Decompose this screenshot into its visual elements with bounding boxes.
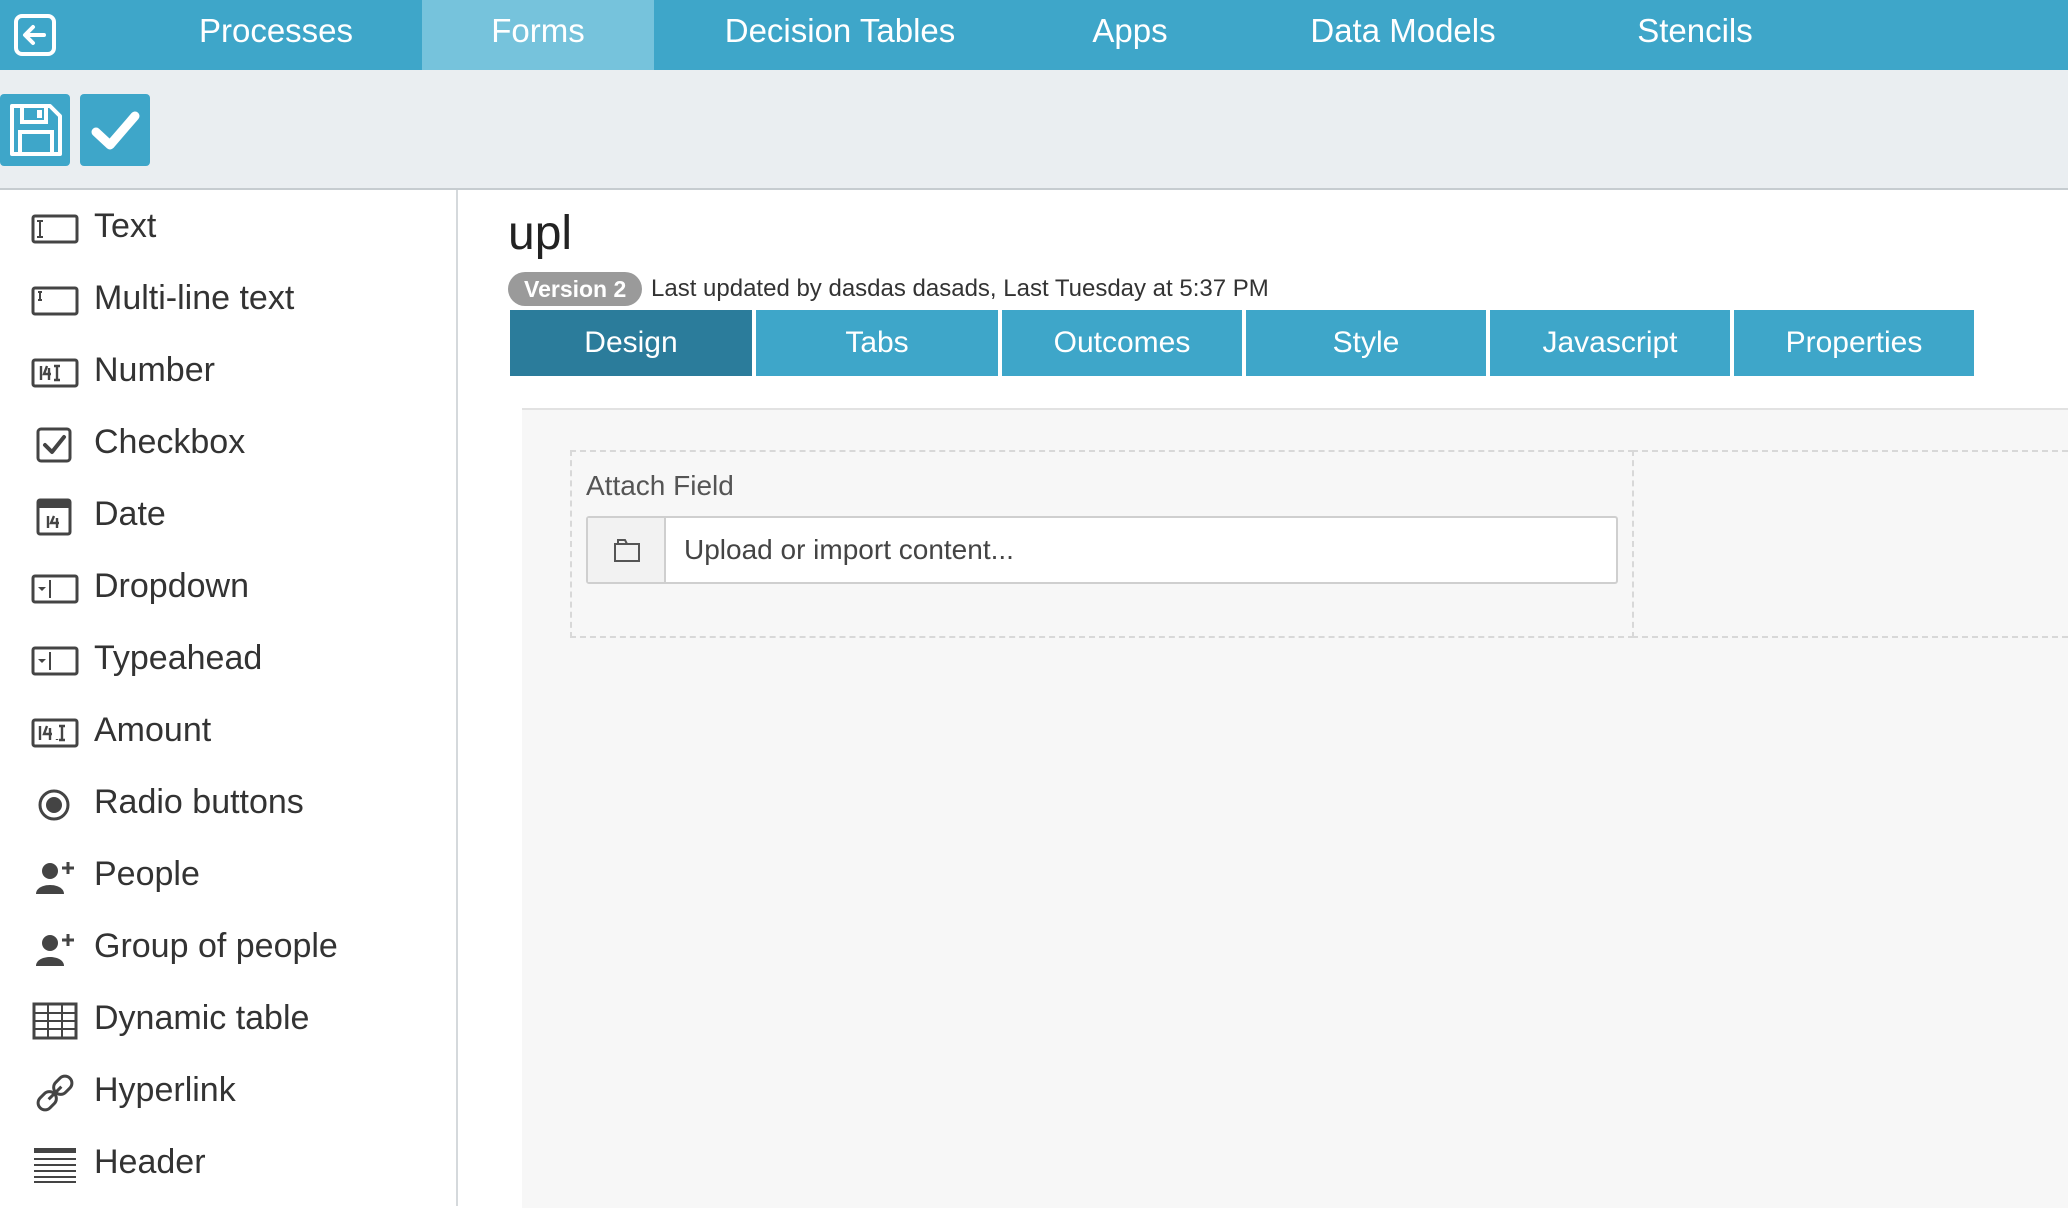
palette-item-dynamic-table[interactable]: Dynamic table [0,988,456,1052]
checkbox-icon [36,427,72,463]
palette-item-label: Radio buttons [94,783,304,821]
multiline-text-icon [31,286,79,316]
header-icon [34,1148,76,1183]
palette-item-label: Multi-line text [94,279,295,317]
palette-item-checkbox[interactable]: Checkbox [0,412,456,476]
form-title: upl [508,207,573,260]
nav-processes[interactable]: Processes [160,0,392,70]
palette-item-label: Hyperlink [94,1071,236,1109]
palette-item-hyperlink[interactable]: Hyperlink [0,1060,456,1124]
link-icon [36,1074,74,1112]
radio-icon [38,789,70,821]
palette-item-text[interactable]: Text [0,196,456,260]
palette-item-label: Checkbox [94,423,246,461]
palette-item-label: Group of people [94,927,338,965]
palette-item-label: Typeahead [94,639,263,677]
nav-apps[interactable]: Apps [1060,0,1200,70]
version-badge: Version 2 [508,272,643,306]
tab-javascript[interactable]: Javascript [1490,310,1730,376]
palette-item-amount[interactable]: Amount [0,700,456,764]
add-person-icon [36,862,74,894]
add-group-icon [36,934,74,966]
palette-item-typeahead[interactable]: Typeahead [0,628,456,692]
palette-item-date[interactable]: Date [0,484,456,548]
floppy-disk-icon [10,104,62,156]
palette-item-label: Header [94,1143,206,1181]
palette-item-people[interactable]: People [0,844,456,908]
palette-item-label: Number [94,351,215,389]
nav-data-models[interactable]: Data Models [1280,0,1526,70]
table-icon [32,1002,78,1040]
last-updated-text: Last updated by dasdas dasads, Last Tues… [651,275,1269,302]
save-button[interactable] [0,94,70,166]
palette-item-header[interactable]: Header [0,1132,456,1196]
nav-decision-tables[interactable]: Decision Tables [700,0,980,70]
nav-forms[interactable]: Forms [422,0,654,82]
tab-tabs[interactable]: Tabs [756,310,998,376]
upload-addon[interactable] [588,518,666,582]
amount-icon [31,718,79,748]
palette-item-label: Text [94,207,157,245]
attach-field-label: Attach Field [586,470,734,501]
folder-icon [614,539,640,562]
exit-arrow-icon[interactable] [12,12,58,58]
empty-drop-zone[interactable] [1632,450,2068,638]
palette-item-label: Dynamic table [94,999,310,1037]
upload-placeholder: Upload or import content... [684,534,1014,565]
palette-item-label: People [94,855,200,893]
upload-input[interactable]: Upload or import content... [586,516,1618,584]
nav-stencils[interactable]: Stencils [1610,0,1780,70]
tab-style[interactable]: Style [1246,310,1486,376]
number-field-icon [31,358,79,388]
tab-properties[interactable]: Properties [1734,310,1974,376]
validate-button[interactable] [80,94,150,166]
top-navigation: Processes Forms Decision Tables Apps Dat… [0,0,2068,82]
palette-item-multiline-text[interactable]: Multi-line text [0,268,456,332]
palette-item-group-of-people[interactable]: Group of people [0,916,456,980]
tab-outcomes[interactable]: Outcomes [1002,310,1242,376]
palette-item-label: Dropdown [94,567,249,605]
palette-item-radio-buttons[interactable]: Radio buttons [0,772,456,836]
text-field-icon [31,214,79,244]
dropdown-icon [31,574,79,604]
tab-design[interactable]: Design [510,310,752,376]
palette-item-label: Amount [94,711,212,749]
calendar-icon [36,498,72,536]
palette-item-number[interactable]: Number [0,340,456,404]
palette-item-dropdown[interactable]: Dropdown [0,556,456,620]
toolbar [0,70,2068,190]
typeahead-icon [31,646,79,676]
checkmark-icon [91,111,140,150]
palette-item-label: Date [94,495,166,533]
